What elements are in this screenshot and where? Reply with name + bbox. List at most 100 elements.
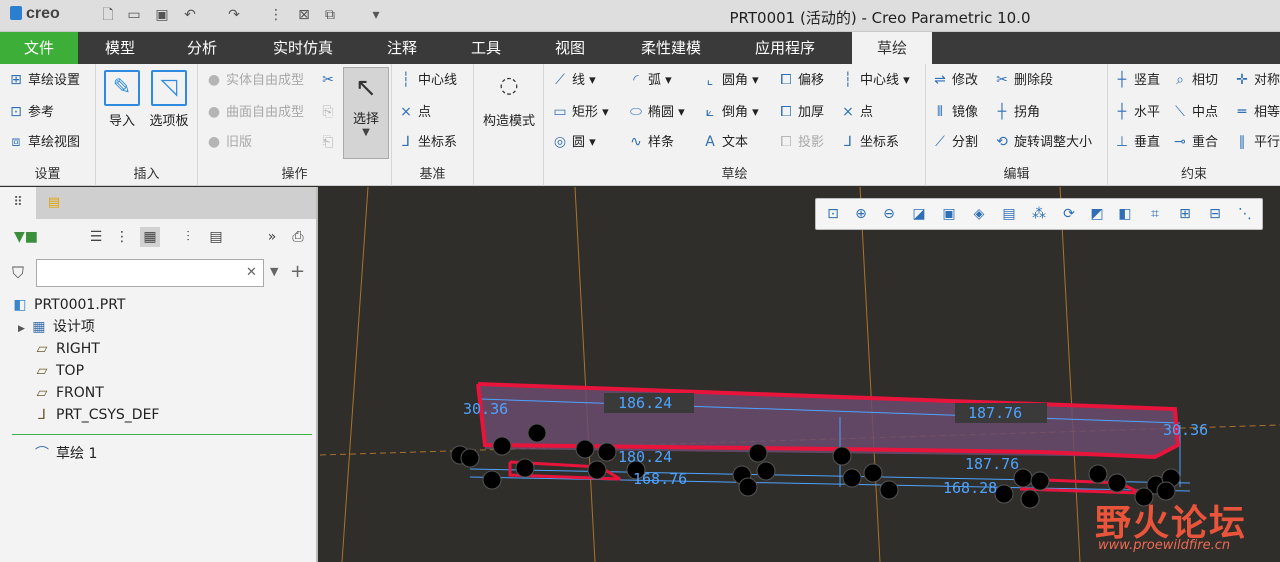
references-button[interactable]: ⊡ 参考 xyxy=(8,100,54,124)
construction-mode-button[interactable]: ◌ 构造模式 xyxy=(478,70,540,129)
new-icon[interactable]: 🗋 xyxy=(100,7,116,23)
zoom-out-icon[interactable]: ⊖ xyxy=(880,205,898,223)
add-icon[interactable]: + xyxy=(290,261,305,282)
solid-freeform-button[interactable]: ● 实体自由成型 xyxy=(206,68,304,92)
save-icon[interactable]: ▣ xyxy=(154,7,170,23)
search-options-icon[interactable]: ▼ xyxy=(270,265,278,278)
tab-flexible-modeling[interactable]: 柔性建模 xyxy=(626,32,716,64)
tree-item-front[interactable]: ▱ FRONT xyxy=(34,382,104,404)
view-manager-icon[interactable]: ▤ xyxy=(1000,205,1018,223)
legacy-button[interactable]: ● 旧版 xyxy=(206,130,252,154)
dimension-display-icon[interactable]: ⌗ xyxy=(1146,205,1164,223)
tree-item-csys[interactable]: ⅃ PRT_CSYS_DEF xyxy=(34,404,159,426)
repaint-icon[interactable]: ◪ xyxy=(910,205,928,223)
chamfer-button[interactable]: ⟀ 倒角 ▾ xyxy=(702,100,759,124)
tree-item-design-items[interactable]: ▶ ▦ 设计项 xyxy=(18,316,95,338)
tree-search-input[interactable] xyxy=(36,259,264,287)
thicken-button[interactable]: ⧠ 加厚 xyxy=(778,100,824,124)
ellipse-button[interactable]: ⬭ 椭圆 ▾ xyxy=(628,100,685,124)
fillet-button[interactable]: ⌞ 圆角 ▾ xyxy=(702,68,759,92)
tab-tools[interactable]: 工具 xyxy=(456,32,516,64)
tab-sketch[interactable]: 草绘 xyxy=(852,32,932,64)
sketch-centerline-button[interactable]: ┆ 中心线 ▾ xyxy=(840,68,910,92)
arc-button[interactable]: ◜ 弧 ▾ xyxy=(628,68,671,92)
datum-point-button[interactable]: × 点 xyxy=(398,100,431,124)
tree-columns-icon[interactable]: ⋮ xyxy=(112,227,132,247)
spin-center-icon[interactable]: ⟳ xyxy=(1060,205,1078,223)
tree-item-top[interactable]: ▱ TOP xyxy=(34,360,84,382)
import-button[interactable]: ✎ 导入 xyxy=(102,70,142,129)
tree-settings-icon[interactable]: ▦ xyxy=(140,227,160,247)
folder-browser-tab[interactable]: ▤ xyxy=(36,187,72,219)
copy-button[interactable]: ⎘ xyxy=(320,100,340,124)
corner-button[interactable]: ┼ 拐角 xyxy=(994,100,1040,124)
tab-analysis[interactable]: 分析 xyxy=(172,32,232,64)
zoom-in-icon[interactable]: ⊕ xyxy=(852,205,870,223)
redo-icon[interactable]: ↷ xyxy=(226,7,242,23)
offset-button[interactable]: ⧠ 偏移 xyxy=(778,68,824,92)
tab-applications[interactable]: 应用程序 xyxy=(740,32,830,64)
sketch-setup-button[interactable]: ⊞ 草绘设置 xyxy=(8,68,80,92)
annotation-display-icon[interactable]: ◩ xyxy=(1088,205,1106,223)
switch-window-icon[interactable]: ⧉ xyxy=(322,7,338,23)
mirror-button[interactable]: ⫴ 镜像 xyxy=(932,100,978,124)
project-button[interactable]: ⧠ 投影 xyxy=(778,130,824,154)
refit-icon[interactable]: ⊡ xyxy=(824,205,842,223)
line-button[interactable]: ⟋ 线 ▾ xyxy=(552,68,596,92)
paste-button[interactable]: ⎗ xyxy=(320,130,340,154)
regenerate-icon[interactable]: ⋮ xyxy=(268,7,284,23)
circle-button[interactable]: ◎ 圆 ▾ xyxy=(552,130,596,154)
constraint-display-icon[interactable]: ⊞ xyxy=(1176,205,1194,223)
midpoint-constraint-button[interactable]: ⟍ 中点 xyxy=(1172,100,1218,124)
vertical-constraint-button[interactable]: ┼ 竖直 xyxy=(1114,68,1160,92)
coincident-constraint-button[interactable]: ⊸ 重合 xyxy=(1172,130,1218,154)
tree-item-right[interactable]: ▱ RIGHT xyxy=(34,338,100,360)
rectangle-button[interactable]: ▭ 矩形 ▾ xyxy=(552,100,608,124)
perpendicular-constraint-button[interactable]: ⊥ 垂直 xyxy=(1114,130,1160,154)
modify-button[interactable]: ⇌ 修改 xyxy=(932,68,978,92)
tab-annotate[interactable]: 注释 xyxy=(372,32,432,64)
model-tree-tab[interactable]: ⠿ xyxy=(0,187,36,219)
clear-search-icon[interactable]: ✕ xyxy=(246,265,257,280)
sketch-view-button[interactable]: ⧈ 草绘视图 xyxy=(8,130,80,154)
surface-freeform-button[interactable]: ● 曲面自由成型 xyxy=(206,100,304,124)
tangent-constraint-button[interactable]: ⌕ 相切 xyxy=(1172,68,1218,92)
tree-show-icon[interactable]: ▤ xyxy=(206,227,226,247)
part-display-icon[interactable]: ▼■ xyxy=(14,227,38,247)
divide-button[interactable]: ⟋ 分割 xyxy=(932,130,978,154)
sketch-csys-button[interactable]: ⅃ 坐标系 xyxy=(840,130,899,154)
tree-list-icon[interactable]: ☰ xyxy=(86,227,106,247)
tree-filter-icon[interactable]: ⫶ xyxy=(178,227,198,247)
rotate-resize-button[interactable]: ⟲ 旋转调整大小 xyxy=(994,130,1092,154)
tree-item-part[interactable]: ◧ PRT0001.PRT xyxy=(12,294,125,316)
parallel-constraint-button[interactable]: ∥ 平行 xyxy=(1234,130,1280,154)
close-window-icon[interactable]: ⊠ xyxy=(296,7,312,23)
expand-more-icon[interactable]: » xyxy=(262,227,282,247)
text-button[interactable]: A 文本 xyxy=(702,130,748,154)
datum-csys-button[interactable]: ⅃ 坐标系 xyxy=(398,130,457,154)
customize-icon[interactable]: ▾ xyxy=(368,7,384,23)
group-label-constrain[interactable]: 约束 xyxy=(1108,163,1280,182)
delete-segment-button[interactable]: ✂ 删除段 xyxy=(994,68,1053,92)
sketch-view-icon[interactable]: ◧ xyxy=(1116,205,1134,223)
equal-constraint-button[interactable]: ═ 相等 xyxy=(1234,100,1280,124)
palette-button[interactable]: ◹ 选项板 xyxy=(146,70,192,129)
sketch-point-button[interactable]: × 点 xyxy=(840,100,873,124)
tree-item-sketch[interactable]: ⌒ 草绘 1 xyxy=(34,443,97,465)
vertex-display-icon[interactable]: ⋱ xyxy=(1236,205,1254,223)
grid-display-icon[interactable]: ⊟ xyxy=(1206,205,1224,223)
tab-file[interactable]: 文件 xyxy=(0,32,78,64)
symmetric-constraint-button[interactable]: ✛ 对称 xyxy=(1234,68,1280,92)
select-button[interactable]: ↖ 选择 ▼ xyxy=(343,67,389,159)
tab-view[interactable]: 视图 xyxy=(540,32,600,64)
tree-notes-icon[interactable]: ⎙ xyxy=(288,227,308,247)
saved-orientations-icon[interactable]: ◈ xyxy=(970,205,988,223)
group-label-setup[interactable]: 设置 xyxy=(0,163,95,182)
spline-button[interactable]: ∿ 样条 xyxy=(628,130,674,154)
horizontal-constraint-button[interactable]: ┼ 水平 xyxy=(1114,100,1160,124)
undo-icon[interactable]: ↶ xyxy=(182,7,198,23)
group-label-operations[interactable]: 操作 xyxy=(198,163,391,182)
cut-button[interactable]: ✂ xyxy=(320,68,340,92)
datum-display-icon[interactable]: ⁂ xyxy=(1030,205,1048,223)
display-style-icon[interactable]: ▣ xyxy=(940,205,958,223)
